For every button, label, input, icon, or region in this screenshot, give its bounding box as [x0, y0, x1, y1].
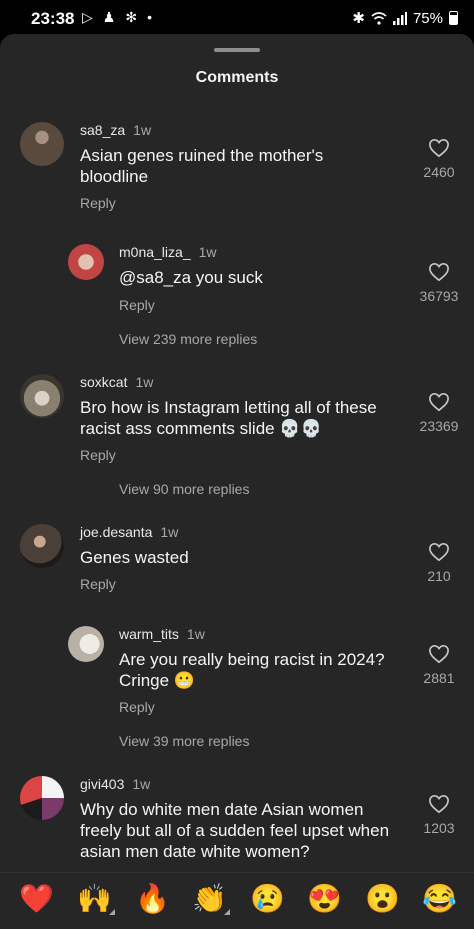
comment-username[interactable]: joe.desanta 1w — [80, 524, 178, 540]
like-button[interactable]: 2460 — [409, 138, 469, 180]
heart-icon[interactable] — [428, 644, 450, 664]
emoji-raised-hands[interactable]: 🙌 — [77, 883, 112, 915]
sheet-title: Comments — [195, 69, 279, 86]
play-store-icon: ▷ — [82, 9, 93, 25]
battery-percent: 75% — [412, 9, 443, 27]
like-count: 36793 — [419, 288, 459, 304]
like-count: 23369 — [419, 418, 459, 434]
avatar[interactable] — [20, 776, 64, 820]
like-count: 2881 — [423, 670, 455, 686]
dot-icon: • — [147, 9, 152, 25]
comment-text: Genes wasted — [80, 548, 189, 567]
view-more-replies[interactable]: View 39 more replies — [119, 733, 249, 749]
emoji-variant-indicator — [224, 909, 230, 915]
signal-icon — [392, 11, 407, 25]
avatar[interactable] — [68, 626, 104, 662]
view-more-replies[interactable]: View 239 more replies — [119, 331, 257, 347]
reply-button[interactable]: Reply — [80, 195, 116, 211]
like-button[interactable]: 36793 — [409, 262, 469, 304]
avatar[interactable] — [20, 374, 64, 418]
emoji-variant-indicator — [109, 909, 115, 915]
emoji-reaction-bar: ❤️ 🙌 🔥 👏 😢 😍 😮 😂 — [0, 872, 474, 929]
reply-button[interactable]: Reply — [80, 576, 116, 592]
like-button[interactable]: 210 — [409, 542, 469, 584]
status-time: 23:38 — [31, 9, 75, 28]
status-bar: 23:38 ▷ ♟ ✻ • ✱ 75% — [0, 0, 474, 34]
heart-icon[interactable] — [428, 262, 450, 282]
like-button[interactable]: 2881 — [409, 644, 469, 686]
comment-text: Bro how is Instagram letting all of thes… — [80, 398, 377, 438]
comment-username[interactable]: m0na_liza_ 1w — [119, 244, 217, 260]
like-button[interactable]: 23369 — [409, 392, 469, 434]
emoji-heart[interactable]: ❤️ — [19, 883, 54, 915]
heart-icon[interactable] — [428, 138, 450, 158]
battery-icon — [449, 11, 458, 25]
system-icons: ✱ 75% — [352, 9, 458, 27]
comment-text: Asian genes ruined the mother's bloodlin… — [80, 146, 324, 186]
heart-icon[interactable] — [428, 542, 450, 562]
comment-username[interactable]: warm_tits 1w — [119, 626, 205, 642]
view-more-replies[interactable]: View 90 more replies — [119, 481, 249, 497]
comments-sheet: Comments sa8_za 1w Asian genes ruined the… — [0, 34, 474, 928]
comment-text: @sa8_za you suck — [119, 268, 263, 287]
drag-handle[interactable] — [214, 48, 260, 52]
reply-button[interactable]: Reply — [119, 699, 155, 715]
like-count: 1203 — [423, 820, 455, 836]
emoji-crying[interactable]: 😢 — [250, 883, 285, 915]
avatar[interactable] — [20, 524, 64, 568]
comment-username[interactable]: soxkcat 1w — [80, 374, 153, 390]
like-button[interactable]: 1203 — [409, 794, 469, 836]
comment-username[interactable]: givi403 1w — [80, 776, 150, 792]
comment-text: Why do white men date Asian women freely… — [80, 800, 390, 861]
emoji-fire[interactable]: 🔥 — [135, 883, 170, 915]
wifi-icon — [371, 11, 387, 25]
bluetooth-icon: ✱ — [352, 10, 365, 27]
like-count: 2460 — [423, 164, 455, 180]
like-count: 210 — [427, 568, 451, 584]
emoji-laughing[interactable]: 😂 — [422, 883, 457, 915]
comment-username[interactable]: sa8_za 1w — [80, 122, 151, 138]
notification-icons: ▷ ♟ ✻ • — [82, 9, 152, 26]
heart-icon[interactable] — [428, 794, 450, 814]
heart-icon[interactable] — [428, 392, 450, 412]
avatar[interactable] — [68, 244, 104, 280]
reply-button[interactable]: Reply — [80, 447, 116, 463]
emoji-heart-eyes[interactable]: 😍 — [307, 883, 342, 915]
person-icon: ♟ — [102, 9, 116, 25]
reply-button[interactable]: Reply — [119, 297, 155, 313]
emoji-clap[interactable]: 👏 — [192, 883, 227, 915]
avatar[interactable] — [20, 122, 64, 166]
comment-text: Are you really being racist in 2024? Cri… — [119, 650, 385, 690]
fan-icon: ✻ — [125, 9, 138, 25]
emoji-surprised[interactable]: 😮 — [365, 883, 400, 915]
